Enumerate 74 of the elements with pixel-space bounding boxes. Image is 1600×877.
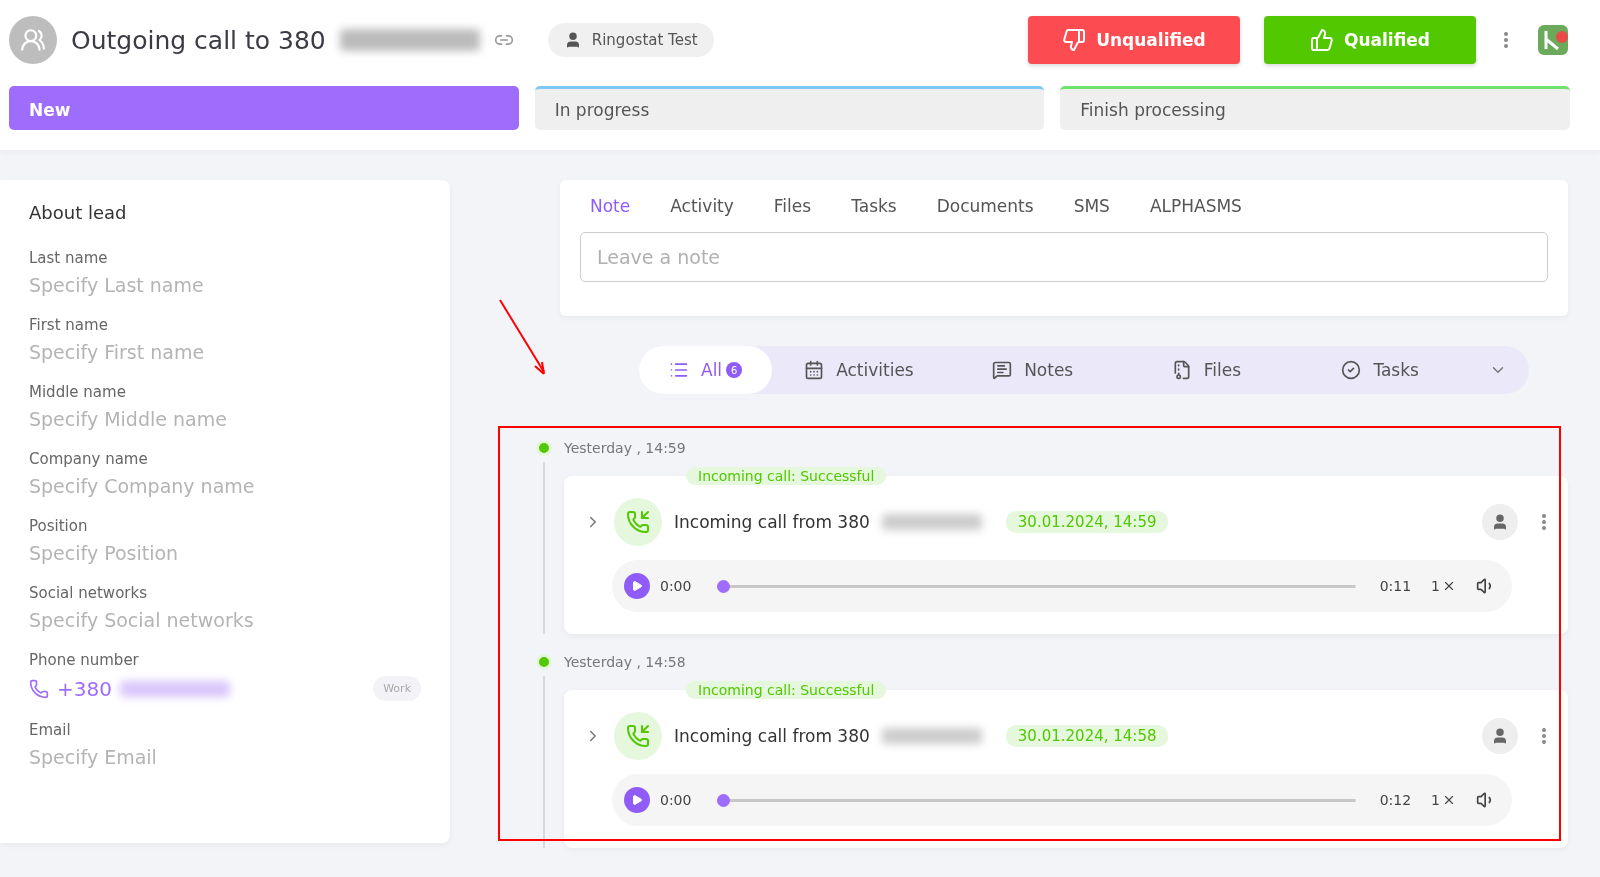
card-title: About lead (29, 202, 128, 223)
more-button[interactable] (1542, 728, 1546, 744)
duration-time: 0:12 (1379, 792, 1412, 808)
status-label: Incoming call: Successful (686, 467, 887, 485)
note-tab[interactable]: Note (590, 196, 631, 216)
field-label: Social networks (29, 584, 148, 602)
note-tab[interactable]: SMS (1073, 196, 1110, 216)
note-tab[interactable]: Tasks (851, 196, 897, 216)
filter-tab[interactable]: Notes (945, 346, 1120, 394)
phone-link[interactable]: +380 (57, 676, 112, 701)
status-dot (536, 654, 552, 670)
event-time: Yesterday , 14:59 (564, 440, 687, 456)
list-icon (669, 360, 689, 380)
more-button[interactable] (1542, 514, 1546, 530)
message-icon (992, 360, 1013, 380)
call-title: Outgoing call to 380 (71, 25, 326, 55)
speed-button[interactable]: 1 (1421, 792, 1466, 808)
stage-tab[interactable]: Finish processing (1060, 86, 1570, 130)
field-label: Company name (29, 450, 149, 468)
progress-thumb[interactable] (717, 579, 731, 593)
note-tab[interactable]: Activity (670, 196, 734, 216)
note-field[interactable]: Leave a note (580, 232, 1548, 282)
filter-tab[interactable]: Tasks (1293, 346, 1467, 394)
filter-tab[interactable]: Files (1119, 346, 1294, 394)
progress-thumb[interactable] (717, 793, 731, 807)
field-label: Position (29, 517, 89, 535)
call-title: Incoming call from 380 (674, 726, 870, 746)
avatar (9, 16, 57, 64)
calendar-icon (804, 360, 825, 380)
phone-type-tag: Work (373, 676, 421, 701)
date-label: 30.01.2024, 14:58 (1005, 725, 1169, 747)
thumbs-up-icon (1310, 28, 1334, 52)
stage-tab[interactable]: In progress (534, 86, 1045, 130)
field-label: Last name (29, 249, 109, 267)
event-time: Yesterday , 14:58 (564, 654, 687, 670)
field-label: Middle name (29, 383, 127, 401)
thumbs-down-icon (1062, 28, 1087, 52)
note-tab[interactable]: Documents (936, 196, 1034, 216)
duration-time: 0:11 (1379, 578, 1412, 594)
person-icon (1491, 513, 1509, 531)
check-circle-icon (1341, 360, 1362, 380)
play-icon (631, 580, 643, 592)
field-label: First name (29, 316, 109, 334)
contact-button[interactable] (1482, 718, 1518, 754)
play-button[interactable] (624, 573, 650, 599)
close-icon (1442, 579, 1456, 593)
call-title: Incoming call from 380 (674, 512, 870, 532)
filter-tab[interactable]: All $^{6}$ (639, 346, 773, 394)
play-icon (631, 794, 643, 806)
assignee-chip[interactable]: Ringostat Test (547, 23, 714, 57)
stage-tab[interactable]: New (9, 86, 519, 130)
more-icon (1542, 514, 1546, 530)
phone-icon (29, 678, 49, 699)
position-time: 0:00 (660, 578, 692, 594)
field-label: Email (29, 721, 72, 739)
count-badge: 6 (726, 362, 743, 378)
incoming-call-icon (614, 712, 662, 760)
date-label: 30.01.2024, 14:59 (1005, 511, 1169, 533)
more-icon (1542, 728, 1546, 744)
note-tab[interactable]: Files (773, 196, 812, 216)
status-label: Incoming call: Successful (686, 681, 887, 699)
play-button[interactable] (624, 787, 650, 813)
incoming-call-icon (614, 498, 662, 546)
speed-button[interactable]: 1 (1421, 578, 1466, 594)
app-logo[interactable] (1536, 23, 1570, 57)
close-icon (1442, 793, 1456, 807)
filter-tab[interactable]: Activities (772, 346, 946, 394)
field-label: Phone number (29, 651, 140, 669)
person-icon (1491, 727, 1509, 745)
position-time: 0:00 (660, 792, 692, 808)
status-dot (536, 440, 552, 456)
more-icon[interactable] (1504, 32, 1508, 48)
note-tab[interactable]: ALPHASMS (1149, 196, 1242, 216)
contact-button[interactable] (1482, 504, 1518, 540)
